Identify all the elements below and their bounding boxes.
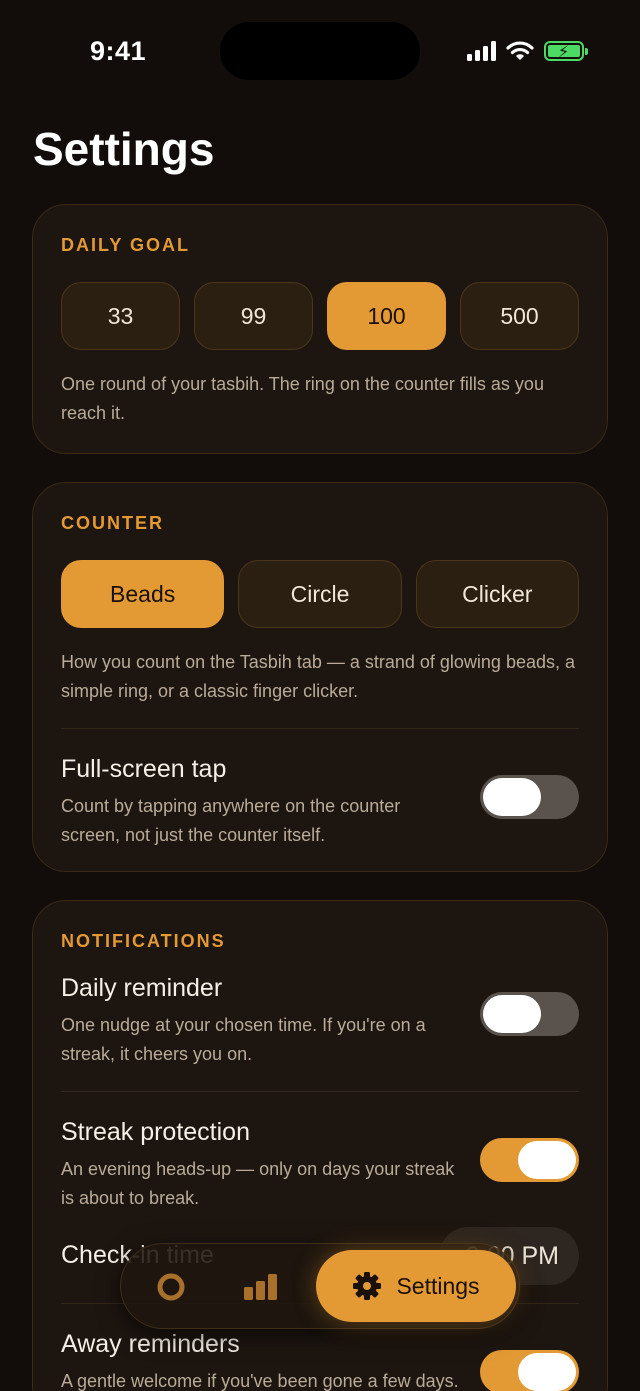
streak-protection-desc: An evening heads-up — only on days your … bbox=[61, 1159, 455, 1208]
fullscreen-tap-toggle[interactable] bbox=[480, 775, 579, 819]
goal-option-500[interactable]: 500 bbox=[460, 282, 579, 350]
goal-option-33[interactable]: 33 bbox=[61, 282, 180, 350]
counter-option-circle[interactable]: Circle bbox=[238, 560, 402, 628]
daily-goal-card: DAILY GOAL 33 99 100 500 One round of yo… bbox=[32, 204, 608, 454]
daily-reminder-toggle[interactable] bbox=[480, 992, 579, 1036]
streak-protection-row: Streak protection An evening heads-up — … bbox=[61, 1092, 579, 1213]
daily-goal-hint: One round of your tasbih. The ring on th… bbox=[61, 374, 544, 423]
tab-bar: Settings bbox=[120, 1243, 520, 1329]
counter-option-beads[interactable]: Beads bbox=[61, 560, 225, 628]
wifi-icon bbox=[506, 41, 534, 60]
daily-goal-selector: 33 99 100 500 bbox=[61, 282, 579, 350]
tab-stats[interactable] bbox=[231, 1244, 291, 1330]
cellular-signal-icon bbox=[467, 41, 496, 61]
status-time: 9:41 bbox=[90, 36, 147, 66]
counter-card: COUNTER Beads Circle Clicker How you cou… bbox=[32, 482, 608, 872]
streak-protection-toggle[interactable] bbox=[480, 1138, 579, 1182]
target-icon bbox=[157, 1273, 185, 1301]
fullscreen-tap-desc: Count by tapping anywhere on the counter… bbox=[61, 796, 401, 845]
tab-settings[interactable]: Settings bbox=[316, 1250, 516, 1322]
counter-title: COUNTER bbox=[61, 513, 164, 533]
away-reminders-toggle[interactable] bbox=[480, 1350, 579, 1391]
counter-option-clicker[interactable]: Clicker bbox=[415, 560, 579, 628]
counter-hint: How you count on the Tasbih tab — a stra… bbox=[61, 652, 575, 701]
daily-reminder-desc: One nudge at your chosen time. If you're… bbox=[61, 1015, 426, 1064]
dynamic-island bbox=[220, 22, 420, 80]
battery-icon: ⚡ bbox=[544, 41, 588, 61]
tab-counter[interactable] bbox=[141, 1244, 201, 1330]
goal-option-99[interactable]: 99 bbox=[194, 282, 313, 350]
status-bar: 9:41 ⚡ bbox=[0, 0, 640, 100]
status-icons: ⚡ bbox=[467, 40, 588, 62]
daily-reminder-row: Daily reminder One nudge at your chosen … bbox=[61, 952, 579, 1069]
bar-chart-icon bbox=[244, 1274, 277, 1300]
page-title: Settings bbox=[33, 123, 215, 175]
gear-icon bbox=[353, 1272, 382, 1300]
counter-style-selector: Beads Circle Clicker bbox=[61, 560, 579, 628]
daily-goal-title: DAILY GOAL bbox=[61, 235, 191, 255]
fullscreen-tap-row: Full-screen tap Count by tapping anywher… bbox=[61, 729, 579, 850]
notifications-title: NOTIFICATIONS bbox=[61, 931, 226, 951]
tab-settings-label: Settings bbox=[396, 1272, 480, 1299]
away-reminders-desc: A gentle welcome if you've been gone a f… bbox=[61, 1371, 459, 1391]
goal-option-100[interactable]: 100 bbox=[327, 282, 446, 350]
